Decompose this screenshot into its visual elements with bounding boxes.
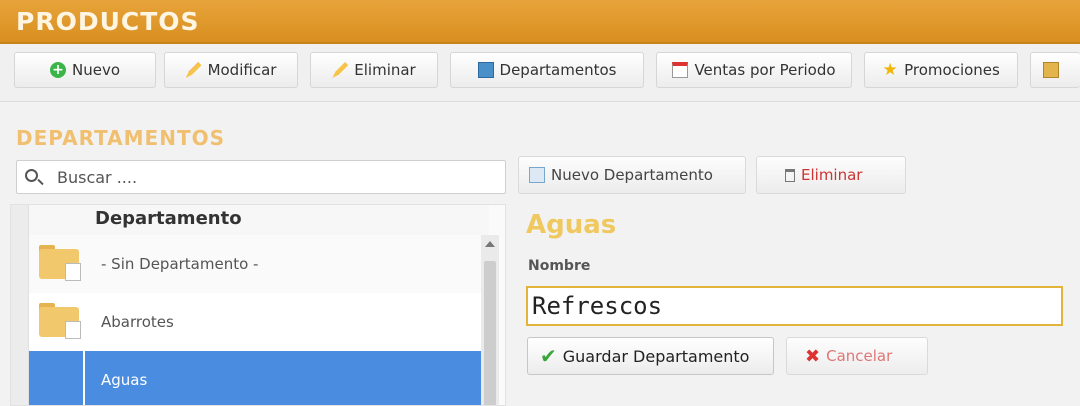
eliminar-departamento-label: Eliminar bbox=[801, 166, 863, 184]
box-icon bbox=[1043, 62, 1059, 78]
nuevo-label: Nuevo bbox=[71, 61, 120, 79]
app-window: PRODUCTOS + Nuevo Modificar Eliminar Dep… bbox=[0, 0, 1080, 406]
search-icon bbox=[25, 169, 38, 182]
folder-icon bbox=[39, 303, 83, 339]
departamentos-label: Departamentos bbox=[499, 61, 617, 79]
nombre-label: Nombre bbox=[528, 258, 591, 274]
list-item[interactable]: Abarrotes bbox=[29, 293, 481, 351]
guardar-label: Guardar Departamento bbox=[562, 346, 750, 366]
cancelar-label: Cancelar bbox=[826, 347, 893, 365]
page-title: PRODUCTOS bbox=[16, 7, 200, 36]
department-list: Departamento - Sin Departamento - Abarro… bbox=[10, 204, 506, 406]
promociones-button[interactable]: ★ Promociones bbox=[864, 52, 1018, 88]
row-gutter bbox=[11, 205, 29, 405]
departamentos-button[interactable]: Departamentos bbox=[450, 52, 644, 88]
list-scrollbar[interactable] bbox=[481, 235, 499, 405]
nuevo-button[interactable]: + Nuevo bbox=[14, 52, 156, 88]
list-item-label: Abarrotes bbox=[101, 313, 174, 331]
ventas-periodo-button[interactable]: Ventas por Periodo bbox=[656, 52, 852, 88]
promociones-label: Promociones bbox=[904, 61, 1000, 79]
star-icon: ★ bbox=[882, 60, 898, 80]
cancelar-button[interactable]: ✖ Cancelar bbox=[786, 337, 928, 375]
calendar-icon bbox=[672, 62, 689, 78]
scroll-up-icon[interactable] bbox=[485, 241, 495, 247]
nuevo-departamento-button[interactable]: Nuevo Departamento bbox=[518, 156, 746, 194]
nuevo-departamento-label: Nuevo Departamento bbox=[551, 166, 713, 184]
eliminar-label: Eliminar bbox=[354, 61, 416, 79]
eliminar-button[interactable]: Eliminar bbox=[310, 52, 438, 88]
trash-icon bbox=[785, 168, 795, 182]
ventas-label: Ventas por Periodo bbox=[694, 61, 836, 79]
search-box bbox=[16, 160, 506, 194]
list-item-label: - Sin Departamento - bbox=[101, 255, 259, 273]
search-input[interactable] bbox=[57, 164, 497, 190]
list-item-selected[interactable]: Aguas bbox=[29, 351, 481, 405]
nombre-input[interactable] bbox=[526, 286, 1063, 326]
more-toolbar-button[interactable] bbox=[1030, 52, 1080, 88]
close-icon: ✖ bbox=[805, 345, 821, 367]
eliminar-departamento-button[interactable]: Eliminar bbox=[756, 156, 906, 194]
pencil-delete-icon bbox=[332, 62, 349, 78]
scroll-thumb[interactable] bbox=[484, 261, 496, 405]
department-title: Aguas bbox=[526, 210, 617, 240]
departments-icon bbox=[477, 62, 494, 78]
header-bar: PRODUCTOS bbox=[0, 0, 1080, 44]
list-item[interactable]: - Sin Departamento - bbox=[29, 235, 481, 293]
toolbar: + Nuevo Modificar Eliminar Departamentos… bbox=[0, 44, 1080, 102]
section-title: DEPARTAMENTOS bbox=[16, 126, 225, 150]
new-department-icon bbox=[529, 167, 545, 183]
check-icon: ✔ bbox=[540, 344, 557, 368]
modificar-label: Modificar bbox=[207, 61, 277, 79]
column-header[interactable]: Departamento bbox=[29, 205, 489, 235]
plus-icon: + bbox=[49, 62, 66, 78]
selection-divider bbox=[83, 351, 85, 405]
pencil-icon bbox=[185, 62, 202, 78]
modificar-button[interactable]: Modificar bbox=[164, 52, 298, 88]
folder-icon bbox=[39, 245, 83, 281]
guardar-departamento-button[interactable]: ✔ Guardar Departamento bbox=[527, 337, 774, 375]
list-item-label: Aguas bbox=[101, 371, 148, 389]
